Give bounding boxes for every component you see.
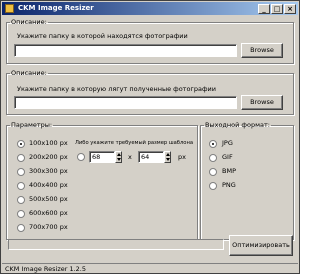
format-radio-bmp[interactable] [209,168,217,176]
size-label: 200x200 px [29,153,68,161]
format-label: PNG [222,181,236,189]
size-label: 500x500 px [29,195,68,203]
custom-height-input[interactable]: 64 [138,151,164,163]
format-group: Выходной формат: [200,121,294,240]
params-legend: Параметры: [11,121,53,129]
progress-bar [8,239,224,250]
optimize-button[interactable]: Оптимизировать [229,235,293,256]
size-radio-100[interactable] [17,140,25,148]
size-label: 100x100 px [29,139,68,147]
format-radio-gif[interactable] [209,154,217,162]
status-bar: CKM Image Resizer 1.2.5 [2,263,298,274]
source-legend: Описание: [11,18,47,26]
source-folder-input[interactable] [14,44,237,57]
size-separator: x [128,153,132,161]
dest-browse-button[interactable]: Browse [241,95,283,110]
app-icon [5,4,14,13]
app-window: CKM Image Resizer _ □ × Описание: Укажит… [0,0,300,274]
size-radio-500[interactable] [17,196,25,204]
source-label: Укажите папку в которой находятся фотогр… [17,32,188,40]
format-radio-jpg[interactable] [209,140,217,148]
custom-size-radio[interactable] [77,153,85,161]
size-label: 300x300 px [29,167,68,175]
size-radio-700[interactable] [17,224,25,232]
format-legend: Выходной формат: [205,121,270,129]
maximize-icon[interactable]: □ [271,4,283,14]
size-radio-300[interactable] [17,168,25,176]
size-label: 600x600 px [29,209,68,217]
dest-label: Укажите папку в которую лягут полученные… [17,85,216,93]
width-spinner-icon[interactable] [115,151,122,163]
format-label: GIF [222,153,233,161]
size-unit: px [178,153,186,161]
close-icon[interactable]: × [284,4,296,14]
size-radio-600[interactable] [17,210,25,218]
dest-legend: Описание: [11,69,47,77]
minimize-icon[interactable]: _ [258,4,270,14]
format-label: BMP [222,167,236,175]
status-text: CKM Image Resizer 1.2.5 [5,265,87,273]
size-label: 400x400 px [29,181,68,189]
size-radio-200[interactable] [17,154,25,162]
height-spinner-icon[interactable] [164,151,171,163]
window-title: CKM Image Resizer [18,4,94,12]
source-browse-button[interactable]: Browse [241,43,283,58]
dest-folder-input[interactable] [14,96,237,109]
custom-width-input[interactable]: 68 [89,151,115,163]
format-label: JPG [222,139,233,147]
format-radio-png[interactable] [209,182,217,190]
size-label: 700x700 px [29,223,68,231]
size-radio-400[interactable] [17,182,25,190]
title-bar[interactable]: CKM Image Resizer _ □ × [2,2,298,15]
custom-size-label: Либо укажите требуемый размер шаблона [75,140,194,146]
